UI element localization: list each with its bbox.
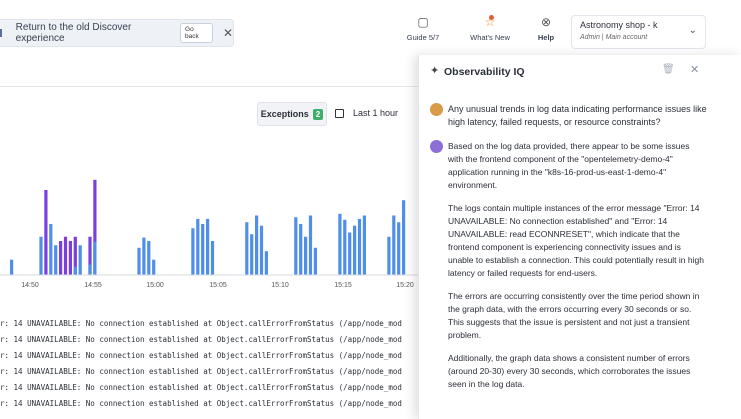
close-icon[interactable]: ✕	[690, 63, 699, 76]
chart-bar-logs[interactable]	[313, 247, 317, 275]
exceptions-count-badge: 2	[312, 108, 324, 120]
chart-x-tick-label: 15:00	[146, 282, 164, 289]
guide-button[interactable]: ▢ Guide 5/7	[402, 14, 444, 42]
chart-bar-logs[interactable]	[137, 247, 141, 275]
account-scope: Main account	[605, 34, 648, 41]
notification-dot	[489, 15, 494, 20]
chart-bar-exceptions[interactable]	[59, 241, 63, 275]
exceptions-button[interactable]: Exceptions 2	[257, 102, 327, 126]
chart-bar-logs[interactable]	[338, 213, 342, 275]
chart-bar-logs[interactable]	[264, 251, 268, 275]
chart-bar-logs[interactable]	[294, 217, 298, 275]
chart-bar-logs[interactable]	[10, 259, 14, 275]
chart-bar-logs[interactable]	[49, 224, 53, 275]
whats-new-label: What's New	[470, 33, 510, 42]
chart-bar-logs[interactable]	[201, 224, 205, 275]
ai-answer: Based on the log data provided, there ap…	[448, 140, 710, 401]
guide-label: Guide 5/7	[406, 33, 440, 42]
panel-header: ✦ Observability IQ 🗑 ✕	[419, 55, 741, 89]
exceptions-label: Exceptions	[260, 109, 309, 119]
account-name: Astronomy shop - k	[580, 20, 658, 30]
chart-bar-logs[interactable]	[348, 232, 352, 276]
chart-x-tick-label: 15:10	[271, 282, 289, 289]
chart-x-tick-label: 15:20	[396, 282, 414, 289]
trash-icon[interactable]: 🗑	[662, 64, 675, 75]
help-button[interactable]: ⊗ Help	[533, 14, 559, 42]
query-bar[interactable]	[0, 58, 420, 87]
panel-title: Observability IQ	[444, 66, 525, 78]
chart-bar-logs[interactable]	[250, 234, 254, 275]
chart-bar-logs[interactable]	[88, 264, 92, 275]
banner-close-icon[interactable]: ✕	[223, 26, 233, 40]
chart-bar-logs[interactable]	[259, 225, 264, 275]
log-list: r: 14 UNAVAILABLE: No connection establi…	[0, 316, 420, 419]
calendar-icon	[335, 108, 344, 118]
log-line[interactable]: r: 14 UNAVAILABLE: No connection establi…	[0, 380, 420, 396]
chart-x-tick-label: 15:15	[334, 282, 352, 289]
chart-bar-logs[interactable]	[299, 224, 303, 275]
chart-bar-logs[interactable]	[73, 266, 77, 275]
chart-bar-logs[interactable]	[191, 228, 195, 275]
top-navigation-bar: Return to the old Discover experience Go…	[0, 0, 741, 59]
chart-x-tick-label: 14:55	[84, 282, 102, 289]
chart-bar-exceptions[interactable]	[44, 190, 48, 275]
log-line[interactable]: r: 14 UNAVAILABLE: No connection establi…	[0, 348, 420, 364]
answer-paragraph-3: Additionally, the graph data shows a con…	[448, 353, 691, 389]
chart-bar-exceptions[interactable]	[63, 236, 68, 275]
chart-bar-logs[interactable]	[353, 225, 357, 275]
chart-bar-logs[interactable]	[362, 215, 366, 276]
chart-bar-logs[interactable]	[152, 259, 156, 275]
chart-bar-logs[interactable]	[245, 222, 249, 275]
question-text: Any unusual trends in log data indicatin…	[448, 104, 707, 127]
chart-bar-logs[interactable]	[308, 215, 313, 276]
help-label: Help	[537, 33, 555, 42]
help-icon: ⊗	[540, 15, 552, 29]
star-icon: ☆	[484, 15, 496, 29]
chart-bar-logs[interactable]	[196, 218, 200, 275]
log-line[interactable]: r: 14 UNAVAILABLE: No connection establi…	[0, 332, 420, 348]
answer-intro: Based on the log data provided, there ap…	[448, 141, 690, 190]
whats-new-button[interactable]: ☆ What's New	[466, 14, 514, 42]
answer-paragraph-2: The errors are occurring consistently ov…	[448, 291, 700, 340]
chart-bar-logs[interactable]	[78, 245, 82, 275]
answer-paragraph-1: The logs contain multiple instances of t…	[448, 203, 704, 278]
user-avatar	[430, 103, 443, 116]
chart-bar-logs[interactable]	[343, 219, 347, 275]
chevron-down-icon: ⌄	[688, 25, 697, 36]
go-back-button[interactable]: Go back	[180, 23, 213, 43]
chart-bar-logs[interactable]	[147, 241, 151, 275]
chart-bar-logs[interactable]	[93, 241, 97, 275]
chart-bar-logs[interactable]	[387, 236, 391, 275]
chart-bar-logs[interactable]	[304, 236, 308, 275]
old-discover-banner: Return to the old Discover experience Go…	[0, 19, 234, 47]
account-role-scope: Admin | Main account	[580, 34, 648, 41]
clipboard-icon: ▢	[417, 15, 429, 29]
log-line[interactable]: r: 14 UNAVAILABLE: No connection establi…	[0, 396, 420, 412]
discover-icon	[0, 29, 8, 37]
log-line[interactable]: r: 14 UNAVAILABLE: No connection establi…	[0, 364, 420, 380]
chart-bar-logs[interactable]	[392, 215, 396, 276]
observability-iq-panel: ✦ Observability IQ 🗑 ✕ Any unusual trend…	[418, 55, 741, 419]
chart-bar-logs[interactable]	[402, 200, 406, 275]
chart-x-tick-label: 15:05	[209, 282, 227, 289]
chart-bar-logs[interactable]	[397, 222, 401, 275]
account-role: Admin	[580, 34, 600, 41]
time-range-label: Last 1 hour	[353, 108, 399, 118]
chart-bar-logs[interactable]	[54, 245, 58, 275]
chart-bar-logs[interactable]	[357, 218, 362, 275]
log-line[interactable]: r: 14 UNAVAILABLE: No connection establi…	[0, 316, 420, 332]
account-switcher[interactable]: Astronomy shop - k Admin | Main account …	[571, 15, 706, 49]
sparkle-icon: ✦	[430, 65, 440, 77]
time-range-picker[interactable]: Last 1 hour	[335, 102, 398, 124]
ai-avatar	[430, 140, 443, 153]
chart-bar-logs[interactable]	[142, 237, 146, 275]
chart-bar-logs[interactable]	[206, 218, 210, 275]
chart-x-tick-label: 14:50	[21, 282, 39, 289]
chart-bar-logs[interactable]	[255, 215, 259, 276]
chart-bar-logs[interactable]	[210, 241, 215, 275]
log-histogram-chart: 14:50 14:55 15:00 15:05 15:10 15:15 15:20	[0, 179, 420, 289]
chart-bar-logs[interactable]	[39, 236, 43, 275]
chart-bar-exceptions[interactable]	[68, 241, 72, 275]
banner-text: Return to the old Discover experience	[15, 22, 132, 44]
